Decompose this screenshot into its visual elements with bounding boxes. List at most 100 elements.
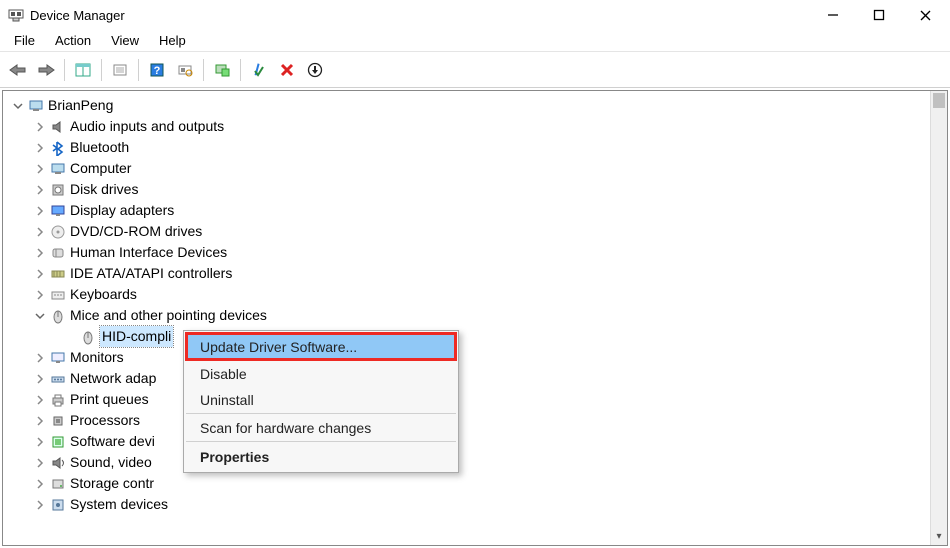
update-driver-button[interactable] (210, 58, 234, 82)
tree-category-label: Keyboards (70, 284, 137, 305)
chevron-right-icon[interactable] (33, 414, 47, 428)
tree-category-label: Monitors (70, 347, 124, 368)
printer-icon (49, 391, 66, 408)
back-button[interactable] (6, 58, 30, 82)
help-button[interactable]: ? (145, 58, 169, 82)
maximize-button[interactable] (856, 0, 902, 30)
chevron-down-icon[interactable] (11, 99, 25, 113)
software-icon (49, 433, 66, 450)
tree-category[interactable]: Mice and other pointing devices (3, 305, 947, 326)
menu-view[interactable]: View (103, 31, 147, 50)
tree-category-label: Human Interface Devices (70, 242, 227, 263)
display-icon (49, 202, 66, 219)
mouse-icon (79, 328, 96, 345)
tree-category[interactable]: System devices (3, 494, 947, 515)
tree-category[interactable]: Human Interface Devices (3, 242, 947, 263)
scroll-thumb[interactable] (933, 93, 945, 108)
uninstall-button[interactable] (247, 58, 271, 82)
tree-category[interactable]: DVD/CD-ROM drives (3, 221, 947, 242)
sound-icon (49, 454, 66, 471)
minimize-button[interactable] (810, 0, 856, 30)
tree-root[interactable]: BrianPeng (3, 95, 947, 116)
chevron-right-icon[interactable] (33, 246, 47, 260)
context-menu: Update Driver Software... Disable Uninst… (183, 330, 459, 473)
tree-category-label: Network adap (70, 368, 156, 389)
menu-bar: File Action View Help (0, 30, 950, 52)
cpu-icon (49, 412, 66, 429)
tree-category-label: Print queues (70, 389, 149, 410)
chevron-right-icon[interactable] (33, 456, 47, 470)
bluetooth-icon (49, 139, 66, 156)
vertical-scrollbar[interactable]: ▴ ▾ (930, 91, 947, 545)
menu-help[interactable]: Help (151, 31, 194, 50)
tree-root-label: BrianPeng (48, 95, 113, 116)
chevron-right-icon[interactable] (33, 351, 47, 365)
chevron-right-icon[interactable] (33, 288, 47, 302)
chevron-right-icon[interactable] (33, 120, 47, 134)
device-tree[interactable]: BrianPeng Audio inputs and outputsBlueto… (3, 91, 947, 545)
tree-category[interactable]: Print queues (3, 389, 947, 410)
tree-category[interactable]: Software devi (3, 431, 947, 452)
forward-button[interactable] (34, 58, 58, 82)
computer-icon (49, 160, 66, 177)
chevron-right-icon[interactable] (33, 183, 47, 197)
dvd-icon (49, 223, 66, 240)
tree-category[interactable]: Audio inputs and outputs (3, 116, 947, 137)
ctx-scan-hardware[interactable]: Scan for hardware changes (186, 415, 456, 442)
svg-text:?: ? (154, 65, 161, 77)
tree-category[interactable]: Keyboards (3, 284, 947, 305)
tree-category[interactable]: Bluetooth (3, 137, 947, 158)
hid-icon (49, 244, 66, 261)
show-hide-console-tree-button[interactable] (71, 58, 95, 82)
chevron-right-icon[interactable] (33, 225, 47, 239)
title-bar: Device Manager (0, 0, 950, 30)
tree-category[interactable]: Storage contr (3, 473, 947, 494)
ctx-disable[interactable]: Disable (186, 360, 456, 387)
chevron-right-icon[interactable] (33, 204, 47, 218)
chevron-right-icon[interactable] (33, 267, 47, 281)
tree-category[interactable]: Monitors (3, 347, 947, 368)
tree-category-label: Mice and other pointing devices (70, 305, 267, 326)
chevron-right-icon[interactable] (33, 435, 47, 449)
ide-icon (49, 265, 66, 282)
tree-category-label: DVD/CD-ROM drives (70, 221, 202, 242)
keyboard-icon (49, 286, 66, 303)
chevron-right-icon[interactable] (33, 477, 47, 491)
tree-category[interactable]: Sound, video (3, 452, 947, 473)
tree-category-label: Sound, video (70, 452, 152, 473)
system-icon (49, 496, 66, 513)
disk-icon (49, 181, 66, 198)
window-controls (810, 0, 948, 30)
tree-category-label: Display adapters (70, 200, 174, 221)
scan-hardware-button[interactable] (173, 58, 197, 82)
menu-file[interactable]: File (6, 31, 43, 50)
chevron-right-icon[interactable] (33, 393, 47, 407)
tree-category[interactable]: Network adap (3, 368, 947, 389)
ctx-uninstall[interactable]: Uninstall (186, 387, 456, 414)
computer-icon (27, 97, 44, 114)
tree-category[interactable]: IDE ATA/ATAPI controllers (3, 263, 947, 284)
properties-button[interactable] (108, 58, 132, 82)
tree-category-label: IDE ATA/ATAPI controllers (70, 263, 232, 284)
menu-action[interactable]: Action (47, 31, 99, 50)
tree-category-label: Software devi (70, 431, 155, 452)
enable-button[interactable] (303, 58, 327, 82)
tree-category[interactable]: Computer (3, 158, 947, 179)
chevron-right-icon[interactable] (33, 141, 47, 155)
ctx-update-driver[interactable]: Update Driver Software... (186, 333, 456, 360)
monitor-icon (49, 349, 66, 366)
network-icon (49, 370, 66, 387)
tree-category[interactable]: Disk drives (3, 179, 947, 200)
close-button[interactable] (902, 0, 948, 30)
tree-category[interactable]: Display adapters (3, 200, 947, 221)
scroll-down-arrow-icon[interactable]: ▾ (931, 528, 947, 545)
chevron-right-icon[interactable] (33, 372, 47, 386)
tree-category[interactable]: Processors (3, 410, 947, 431)
ctx-properties[interactable]: Properties (186, 443, 456, 470)
chevron-right-icon[interactable] (33, 498, 47, 512)
device-tree-panel: BrianPeng Audio inputs and outputsBlueto… (2, 90, 948, 546)
chevron-down-icon[interactable] (33, 309, 47, 323)
chevron-right-icon[interactable] (33, 162, 47, 176)
tree-device[interactable]: HID-compli (3, 326, 947, 347)
disable-button[interactable] (275, 58, 299, 82)
